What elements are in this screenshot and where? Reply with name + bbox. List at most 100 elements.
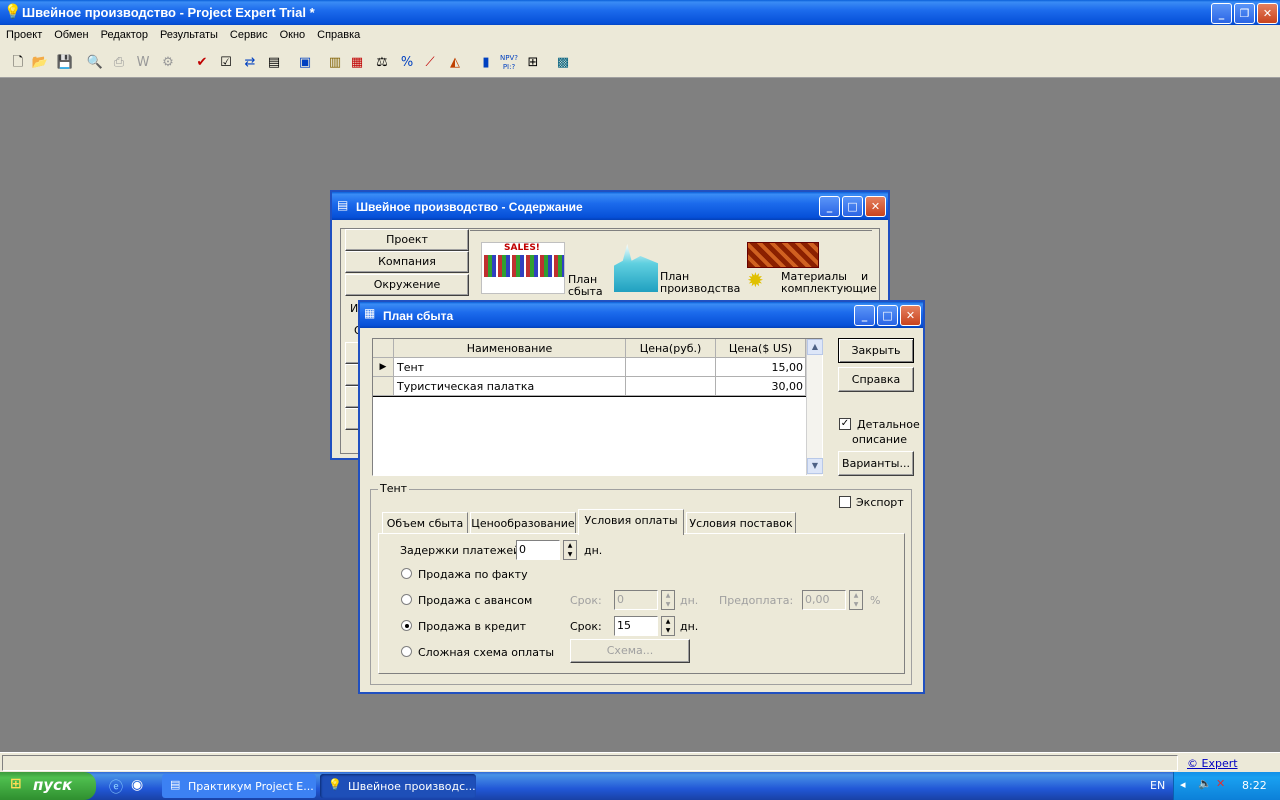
menu-window[interactable]: Окно — [274, 25, 312, 45]
export-label: Экспорт — [856, 496, 904, 509]
print-icon[interactable]: ⎙ — [110, 54, 128, 72]
structure-icon[interactable]: ⊞ — [524, 54, 542, 72]
section-project-button[interactable]: Проект — [345, 229, 469, 251]
area-chart-icon[interactable]: ◭ — [446, 54, 464, 72]
quicklaunch-icon[interactable]: ◉ — [131, 777, 143, 793]
section-environment-button[interactable]: Окружение — [345, 274, 469, 296]
preview-icon[interactable]: 🔍 — [86, 54, 104, 72]
network-icon[interactable]: ✕ — [1216, 777, 1225, 790]
export-checkbox[interactable] — [839, 496, 851, 508]
radio-credit[interactable] — [401, 620, 412, 631]
scroll-up-icon[interactable]: ▲ — [807, 339, 823, 355]
bar-chart-icon[interactable]: ▮ — [477, 54, 495, 72]
tab-volume[interactable]: Объем сбыта — [382, 512, 468, 534]
radio-pay-on-fact[interactable] — [401, 568, 412, 579]
sales-plan-icon: SALES! — [481, 242, 565, 294]
table-row-name[interactable]: Тент — [394, 358, 626, 377]
products-grid[interactable]: Наименование Цена(руб.) Цена($ US) ▶ Тен… — [372, 338, 823, 476]
grid-header-price-rub[interactable]: Цена(руб.) — [626, 339, 716, 358]
tab-payment-terms[interactable]: Условия оплаты — [578, 509, 684, 535]
radio-advance[interactable] — [401, 594, 412, 605]
prepay-spinner[interactable]: ▲ ▼ — [849, 590, 863, 610]
sales-close-icon-button[interactable]: ✕ — [900, 305, 921, 326]
tile-materials[interactable]: ✹ Материалы и комплектующие — [745, 240, 877, 298]
scroll-down-icon[interactable]: ▼ — [807, 458, 823, 474]
report-icon[interactable]: ▤ — [265, 54, 283, 72]
menu-service[interactable]: Сервис — [224, 25, 274, 45]
save-icon[interactable]: 💾 — [56, 54, 74, 72]
volume-icon[interactable]: 🔈 — [1198, 777, 1212, 790]
delay-label: Задержки платежей: — [400, 544, 525, 557]
content-maximize-button[interactable]: □ — [842, 196, 863, 217]
start-button[interactable]: ⊞ пуск — [0, 772, 96, 800]
table-row-price-usd[interactable]: 30,00 — [716, 377, 806, 396]
table-row-price-usd[interactable]: 15,00 — [716, 358, 806, 377]
check-icon[interactable]: ✔ — [193, 54, 211, 72]
section-partial-label-1: И — [350, 302, 359, 315]
restore-button[interactable]: ❐ — [1234, 3, 1255, 24]
task-current-project[interactable]: 💡 Швейное производс... — [320, 774, 476, 798]
status-panel — [2, 755, 1178, 771]
section-company-button[interactable]: Компания — [345, 251, 469, 273]
settings-disabled-icon[interactable]: ⚙ — [159, 54, 177, 72]
table-row-name[interactable]: Туристическая палатка — [394, 377, 626, 396]
detail-checkbox[interactable]: ✓ — [839, 418, 851, 430]
word-doc-icon: ▤ — [170, 778, 181, 791]
calc-icon[interactable]: ⇄ — [241, 54, 259, 72]
cf-chart-icon[interactable]: ▦ — [348, 54, 366, 72]
delay-input[interactable]: 0 — [516, 540, 560, 560]
delay-spinner[interactable]: ▲ ▼ — [563, 540, 577, 560]
credit-term-input[interactable]: 15 — [614, 616, 658, 636]
table-row-price-rub[interactable] — [626, 377, 716, 396]
variants-button[interactable]: Варианты... — [838, 451, 914, 476]
sales-maximize-button[interactable]: □ — [877, 305, 898, 326]
table-icon[interactable]: ▣ — [296, 54, 314, 72]
open-folder-icon[interactable]: 📂 — [31, 54, 49, 72]
advance-term-input[interactable]: 0 — [614, 590, 658, 610]
percent-icon[interactable]: % — [398, 54, 416, 72]
checklist-icon[interactable]: ☑ — [217, 54, 235, 72]
prepay-input[interactable]: 0,00 — [802, 590, 846, 610]
help-button[interactable]: Справка — [838, 367, 914, 392]
row-indicator-current[interactable]: ▶ — [373, 358, 394, 377]
gear-icon: ✹ — [747, 268, 764, 292]
scheme-button[interactable]: Схема... — [570, 639, 690, 663]
ie-icon[interactable]: ⓔ — [109, 777, 123, 797]
tray-expand-icon[interactable]: ◂ — [1180, 778, 1186, 791]
table-row-price-rub[interactable] — [626, 358, 716, 377]
new-file-icon[interactable]: 🗋 — [9, 54, 27, 72]
toolbar — [0, 46, 1280, 78]
npv-icon[interactable]: NPV? PI:? — [500, 54, 518, 72]
content-close-button[interactable]: ✕ — [865, 196, 886, 217]
cashflow-icon[interactable]: ▥ — [326, 54, 344, 72]
advance-term-spinner[interactable]: ▲ ▼ — [661, 590, 675, 610]
menu-editor[interactable]: Редактор — [95, 25, 154, 45]
tab-pricing[interactable]: Ценообразование — [470, 512, 576, 534]
credit-term-spinner[interactable]: ▲ ▼ — [661, 616, 675, 636]
tile-sales-plan[interactable]: SALES! План сбыта — [481, 242, 603, 298]
analysis-icon[interactable]: ▩ — [554, 54, 572, 72]
tile-production-plan[interactable]: План производства — [612, 240, 742, 298]
row-indicator[interactable] — [373, 377, 394, 396]
menu-results[interactable]: Результаты — [154, 25, 224, 45]
menu-exchange[interactable]: Обмен — [48, 25, 94, 45]
grid-header-price-usd[interactable]: Цена($ US) — [716, 339, 806, 358]
radio-complex-scheme[interactable] — [401, 646, 412, 657]
language-indicator[interactable]: EN — [1150, 779, 1165, 792]
production-plan-icon — [614, 244, 658, 292]
word-export-icon[interactable]: W — [134, 54, 152, 72]
close-dialog-button[interactable]: Закрыть — [838, 338, 914, 363]
sales-minimize-button[interactable]: _ — [854, 305, 875, 326]
grid-scrollbar[interactable]: ▲ ▼ — [806, 339, 823, 475]
tab-delivery-terms[interactable]: Условия поставок — [686, 512, 796, 534]
minimize-button[interactable]: _ — [1211, 3, 1232, 24]
content-minimize-button[interactable]: _ — [819, 196, 840, 217]
grid-header-name[interactable]: Наименование — [394, 339, 626, 358]
balance-icon[interactable]: ⚖ — [373, 54, 391, 72]
menu-project[interactable]: Проект — [0, 25, 48, 45]
task-practicum[interactable]: ▤ Практикум Project E... — [162, 774, 316, 798]
close-button[interactable]: ✕ — [1257, 3, 1278, 24]
graph-icon[interactable]: ⟋ — [421, 54, 439, 72]
menu-help[interactable]: Справка — [311, 25, 366, 45]
sales-title-bar: ▦ План сбыта _ □ ✕ — [360, 302, 923, 328]
